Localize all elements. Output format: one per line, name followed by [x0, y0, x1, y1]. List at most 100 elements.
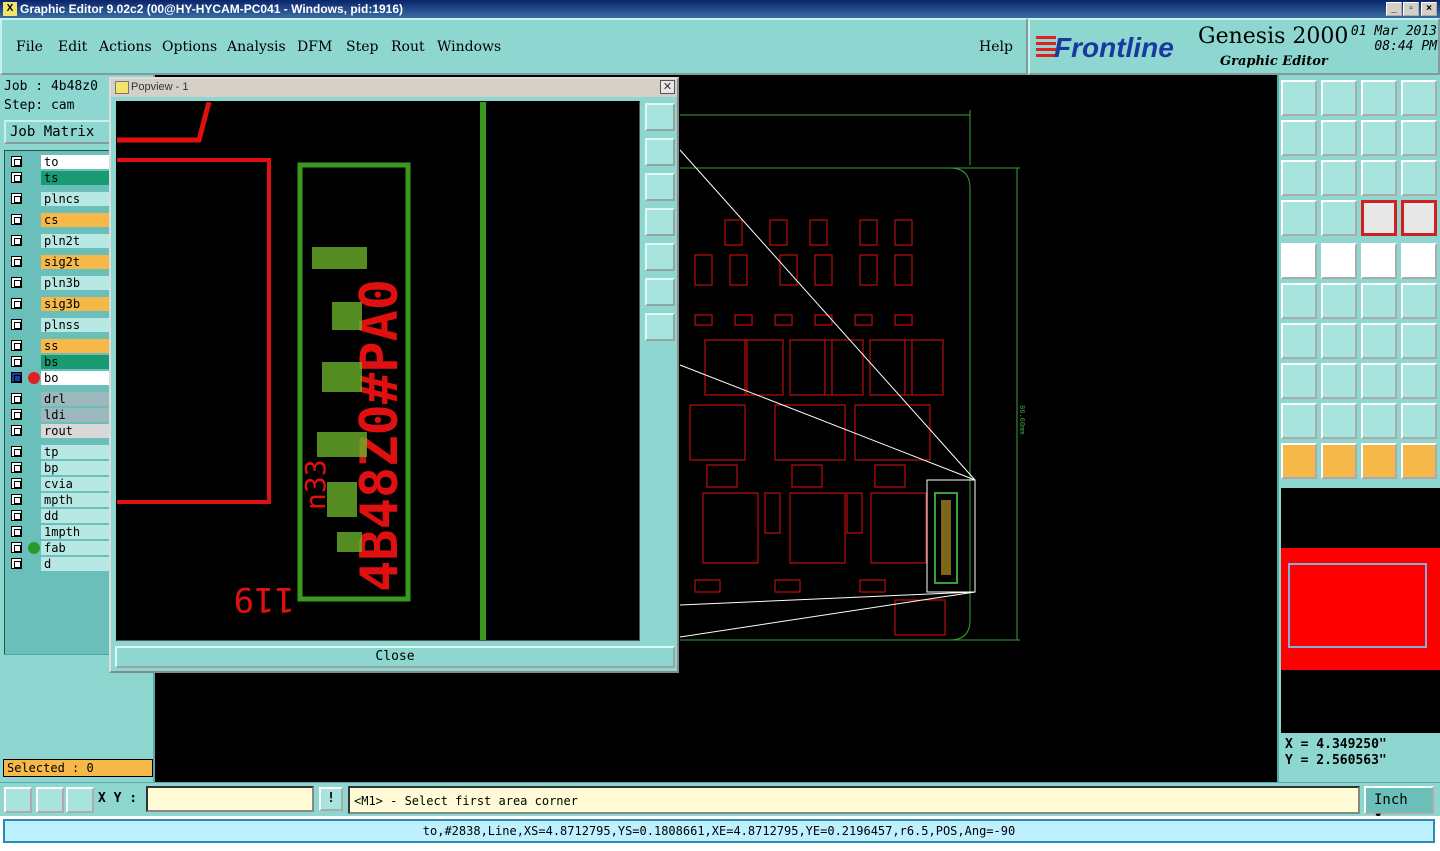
pad-edit-icon[interactable]	[1281, 363, 1317, 399]
menu-file[interactable]: File	[16, 39, 43, 55]
window-icon[interactable]	[1401, 80, 1437, 116]
zoom-fit-icon[interactable]	[645, 103, 675, 131]
layer-name[interactable]: sig2t	[41, 255, 111, 269]
menu-actions[interactable]: Actions	[99, 39, 152, 55]
settings-icon[interactable]	[1281, 200, 1317, 236]
layer-row-1mpth[interactable]: 1mpth	[7, 525, 111, 539]
layer-checkbox[interactable]	[11, 356, 22, 367]
layer-name[interactable]: ldi	[41, 408, 111, 422]
layer-name[interactable]: drl	[41, 392, 111, 406]
swap-icon[interactable]	[1361, 120, 1397, 156]
shape-icon[interactable]	[1401, 363, 1437, 399]
layer-name[interactable]: sig3b	[41, 297, 111, 311]
resize-icon[interactable]	[1321, 363, 1357, 399]
layer-name[interactable]: to	[41, 155, 111, 169]
layer-name[interactable]: pln3b	[41, 276, 111, 290]
unit-selector[interactable]: Inch ▾	[1364, 786, 1434, 824]
pan-down-icon[interactable]	[645, 173, 675, 201]
save-icon[interactable]	[1321, 80, 1357, 116]
layer-row-ss[interactable]: ss	[7, 339, 111, 353]
layer-name[interactable]: plnss	[41, 318, 111, 332]
layer-row-plnss[interactable]: plnss	[7, 318, 111, 332]
home-icon[interactable]	[1361, 80, 1397, 116]
xy-input[interactable]	[146, 786, 314, 812]
layer-checkbox[interactable]	[11, 214, 22, 225]
copy-icon[interactable]	[1401, 283, 1437, 319]
layer-checkbox[interactable]	[11, 478, 22, 489]
next-icon[interactable]	[1321, 120, 1357, 156]
layer-name[interactable]: bo	[41, 371, 111, 385]
zoom-home-icon[interactable]	[1281, 160, 1317, 196]
layer-row-pln2t[interactable]: pln2t	[7, 234, 111, 248]
layer-checkbox[interactable]	[11, 235, 22, 246]
minimize-button[interactable]: _	[1386, 2, 1402, 16]
layer-checkbox[interactable]	[11, 193, 22, 204]
layer-checkbox[interactable]	[11, 319, 22, 330]
layer-row-to[interactable]: to	[7, 155, 111, 169]
scale-1-2-icon[interactable]	[1361, 160, 1397, 196]
menu-help[interactable]: Help	[979, 39, 1013, 55]
layer-row-tp[interactable]: tp	[7, 445, 111, 459]
pan-icon[interactable]	[1321, 160, 1357, 196]
layer-checkbox[interactable]	[11, 298, 22, 309]
layer-checkbox[interactable]	[11, 446, 22, 457]
layer-name[interactable]: rout	[41, 424, 111, 438]
triangle-icon[interactable]	[1281, 403, 1317, 439]
layer-row-plncs[interactable]: plncs	[7, 192, 111, 206]
menu-edit[interactable]: Edit	[58, 39, 87, 55]
menu-windows[interactable]: Windows	[437, 39, 501, 55]
layer-row-bo[interactable]: bo	[7, 371, 111, 385]
ruler-icon[interactable]	[1361, 243, 1397, 279]
layer-checkbox[interactable]	[11, 462, 22, 473]
layer-checkbox[interactable]	[11, 409, 22, 420]
pan-left-icon[interactable]	[645, 208, 675, 236]
layer-name[interactable]: dd	[41, 509, 111, 523]
menu-analysis[interactable]: Analysis	[227, 39, 286, 55]
snap-icon[interactable]	[1361, 200, 1397, 236]
layer-name[interactable]: ts	[41, 171, 111, 185]
cross-icon[interactable]	[1321, 283, 1357, 319]
pan-up-icon[interactable]	[645, 138, 675, 166]
line-edit-icon[interactable]	[1321, 323, 1357, 359]
layer-row-ldi[interactable]: ldi	[7, 408, 111, 422]
layer-row-cvia[interactable]: cvia	[7, 477, 111, 491]
angle-icon[interactable]	[1281, 323, 1317, 359]
grid-icon[interactable]	[1321, 200, 1357, 236]
layer-row-pln3b[interactable]: pln3b	[7, 276, 111, 290]
overview-preview[interactable]	[1281, 488, 1440, 733]
layer-checkbox[interactable]	[11, 256, 22, 267]
layer-checkbox[interactable]	[11, 156, 22, 167]
triangle-fill-icon[interactable]	[1361, 403, 1397, 439]
layer-row-rout[interactable]: rout	[7, 424, 111, 438]
layer-name[interactable]: pln2t	[41, 234, 111, 248]
popview-close-button[interactable]: Close	[115, 646, 675, 668]
zoom-out-icon[interactable]	[645, 313, 675, 341]
measure-box-icon[interactable]	[1361, 363, 1397, 399]
layer-checkbox[interactable]	[11, 393, 22, 404]
layer-row-bs[interactable]: bs	[7, 355, 111, 369]
layer-row-sig2t[interactable]: sig2t	[7, 255, 111, 269]
layer-checkbox[interactable]	[11, 340, 22, 351]
layer-checkbox[interactable]	[11, 558, 22, 569]
pan-right-icon[interactable]	[645, 243, 675, 271]
layer-name[interactable]: ss	[41, 339, 111, 353]
layer-checkbox[interactable]	[11, 172, 22, 183]
zoom-area-icon[interactable]	[4, 787, 32, 813]
menu-rout[interactable]: Rout	[391, 39, 425, 55]
layer-row-bp[interactable]: bp	[7, 461, 111, 475]
job-matrix-button[interactable]: Job Matrix	[4, 120, 124, 144]
layer-row-sig3b[interactable]: sig3b	[7, 297, 111, 311]
move-icon[interactable]	[1361, 283, 1397, 319]
layer-name[interactable]: cs	[41, 213, 111, 227]
mirror-icon[interactable]	[1401, 323, 1437, 359]
zoom-in-icon[interactable]	[645, 278, 675, 306]
layer-name[interactable]: plncs	[41, 192, 111, 206]
layer-checkbox[interactable]	[11, 494, 22, 505]
select-box-icon[interactable]	[1321, 443, 1357, 479]
layer-name[interactable]: d	[41, 557, 111, 571]
popview-canvas[interactable]: 4B48Z0#PA0 n33 119	[116, 101, 640, 641]
menu-options[interactable]: Options	[162, 39, 217, 55]
measure-icon[interactable]	[36, 787, 64, 813]
layer-row-drl[interactable]: drl	[7, 392, 111, 406]
popview-close-icon[interactable]: ✕	[660, 80, 675, 94]
